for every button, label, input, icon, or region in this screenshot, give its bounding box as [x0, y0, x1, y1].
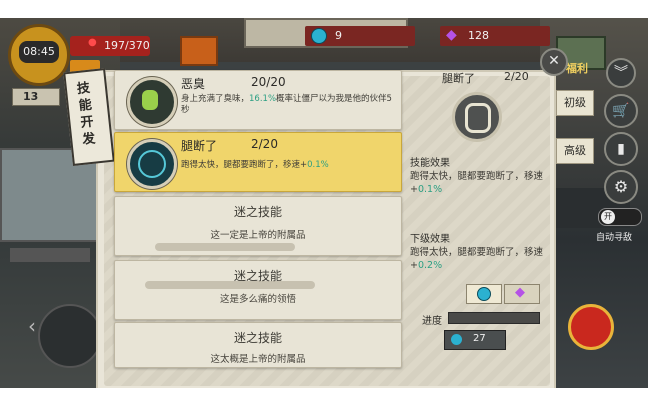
- skill-name: 腿断了: [181, 139, 218, 153]
- skill-level: 20/20: [251, 75, 286, 89]
- coin-counter: 9: [305, 26, 415, 46]
- detail-skill-level: 2/20: [504, 70, 529, 83]
- skill-name: 恶臭: [181, 77, 206, 91]
- blue-coin-icon: [451, 334, 462, 345]
- cracked-leg-shape: [138, 150, 166, 178]
- machine-prop: [10, 248, 90, 262]
- game-viewport: 08:45 ● 197/370 13 9 ◆ 128 福利 初级 高级 ︾ 🛒 …: [0, 18, 648, 388]
- player-level-box: 13: [12, 88, 60, 106]
- scratch-mark: [155, 243, 295, 251]
- skill-detail-pane: 腿断了 2/20 技能效果 跑得太快，腿都要跑断了，移速+0.1% 下级效果 跑…: [408, 70, 548, 300]
- skill-item-mystery-1[interactable]: 迷之技能 这一定是上帝的附属品: [114, 196, 402, 256]
- advanced-tab[interactable]: 高级: [556, 138, 594, 164]
- progress-bar: [448, 312, 540, 324]
- auto-pathfinding-toggle[interactable]: 开: [598, 208, 642, 226]
- scratch-mark: [145, 281, 315, 289]
- gem-count: 128: [468, 29, 489, 42]
- cart-icon[interactable]: 🛒: [604, 94, 638, 128]
- skill-name: 迷之技能: [233, 331, 282, 345]
- attack-button[interactable]: [568, 304, 614, 350]
- current-effect-text: 跑得太快，腿都要跑断了，移速+0.1%: [410, 171, 544, 195]
- blue-coin-icon: [477, 287, 491, 301]
- skill-description: 身上充满了臭味，16.1%概率让僵尸以为我是他的伙伴5秒: [181, 94, 392, 115]
- coin-cost-tab[interactable]: [466, 284, 502, 304]
- skill-description: 这太概是上帝的附属品: [210, 354, 306, 365]
- skill-level: 2/20: [251, 137, 278, 151]
- skill-item-mystery-2[interactable]: 迷之技能 这是多么痛的领悟: [114, 260, 402, 320]
- next-level-text: 跑得太快，腿都要跑断了，移速+0.2%: [410, 247, 544, 271]
- skill-description: 这是多么痛的领悟: [219, 294, 296, 305]
- detail-skill-name: 腿断了: [442, 72, 475, 85]
- chevron-down-icon[interactable]: ︾: [606, 58, 636, 88]
- purple-gem-icon: ◆: [446, 27, 457, 43]
- welfare-label[interactable]: 福利: [566, 60, 588, 76]
- progress-label: 进度: [422, 316, 442, 327]
- skill-description: 跑得太快，腿都要跑断了，移速+0.1%: [181, 160, 329, 170]
- coin-count: 9: [335, 29, 342, 42]
- skill-item-leg-break[interactable]: 腿断了 2/20 跑得太快，腿都要跑断了，移速+0.1%: [114, 132, 402, 192]
- beginner-tab[interactable]: 初级: [556, 90, 594, 116]
- current-effect-heading: 技能效果: [410, 158, 450, 169]
- health-value: 197/370: [104, 39, 150, 52]
- next-level-heading: 下级效果: [410, 234, 450, 245]
- health-bar: ● 197/370: [70, 36, 150, 56]
- gas-mask-shape: [142, 90, 158, 110]
- cracked-leg-icon: [127, 139, 177, 189]
- gem-counter: ◆ 128: [440, 26, 550, 46]
- gem-cost-tab[interactable]: ◆: [504, 284, 540, 304]
- clock-time: 08:45: [19, 41, 59, 63]
- auto-pathfinding-label: 自动寻敌: [596, 233, 633, 243]
- skill-item-stench[interactable]: 恶臭 20/20 身上充满了臭味，16.1%概率让僵尸以为我是他的伙伴5秒: [114, 70, 402, 130]
- blood-drop-icon: ●: [88, 37, 97, 48]
- upgrade-cost-value: 27: [473, 333, 486, 344]
- timer-dial: 08:45: [8, 24, 70, 86]
- screen: 08:45 ● 197/370 13 9 ◆ 128 福利 初级 高级 ︾ 🛒 …: [0, 0, 648, 405]
- gear-icon[interactable]: ⚙: [604, 170, 638, 204]
- panel-title: 技能开发: [76, 80, 97, 148]
- backpack-icon[interactable]: ▮: [604, 132, 638, 166]
- player-level: 13: [23, 90, 39, 103]
- skill-name: 迷之技能: [233, 205, 282, 219]
- gift-box-icon[interactable]: [180, 36, 218, 66]
- gas-mask-icon: [127, 77, 177, 127]
- chevron-left-icon[interactable]: ‹: [28, 314, 36, 338]
- toggle-on-label: 开: [601, 210, 615, 224]
- blue-coin-icon: [311, 28, 327, 44]
- leg-icon: [452, 92, 502, 142]
- joystick[interactable]: [38, 304, 102, 368]
- upgrade-cost-button[interactable]: 27: [444, 330, 506, 350]
- skill-description: 这一定是上帝的附属品: [210, 230, 306, 241]
- skill-item-mystery-3[interactable]: 迷之技能 这太概是上帝的附属品: [114, 322, 402, 368]
- leg-icon-shape: [465, 103, 491, 133]
- purple-gem-icon: ◆: [515, 285, 525, 300]
